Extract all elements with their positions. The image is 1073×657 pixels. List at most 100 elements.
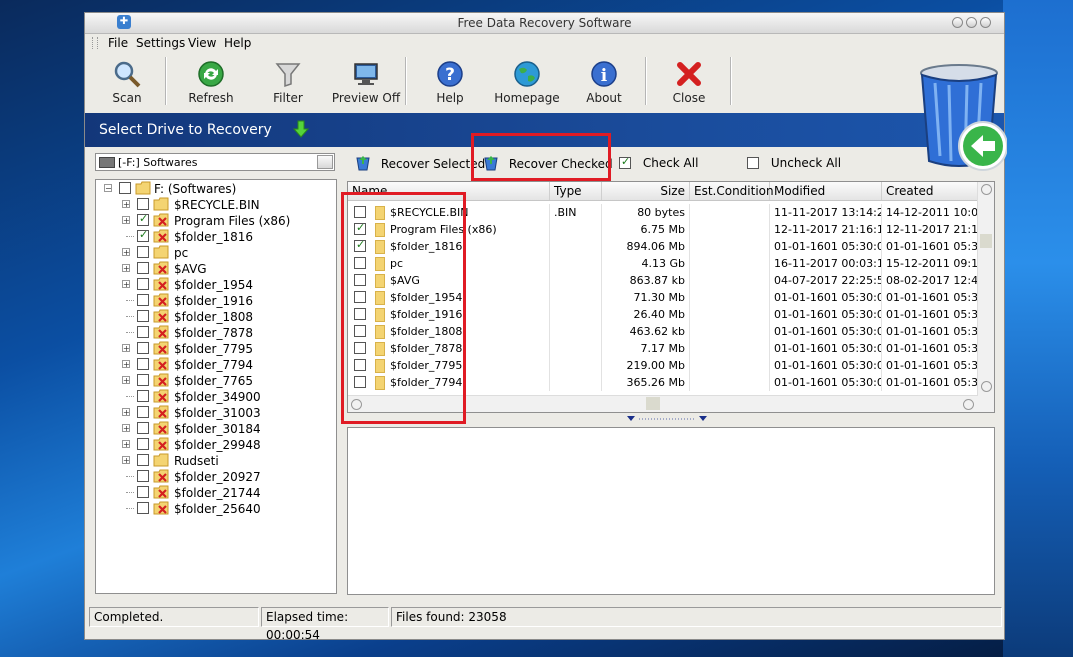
tree-item[interactable]: $folder_7878 [96, 325, 336, 341]
horizontal-scroll-thumb[interactable] [646, 397, 660, 410]
tree-item[interactable]: $folder_20927 [96, 469, 336, 485]
uncheck-all-button[interactable]: Uncheck All [747, 155, 841, 173]
tree-checkbox[interactable] [137, 486, 149, 498]
column-size[interactable]: Size [602, 182, 690, 200]
vertical-scroll-thumb[interactable] [980, 234, 992, 248]
tree-checkbox[interactable] [137, 310, 149, 322]
close-window-button[interactable] [980, 17, 991, 28]
tree-checkbox[interactable] [137, 294, 149, 306]
tree-checkbox[interactable] [137, 278, 149, 290]
cell-created: 12-11-2017 21:16: [882, 221, 978, 238]
maximize-button[interactable] [966, 17, 977, 28]
check-all-button[interactable]: Check All [619, 155, 698, 173]
scroll-right-icon[interactable] [963, 399, 974, 410]
tree-checkbox[interactable] [119, 182, 131, 194]
tree-item[interactable]: + $AVG [96, 261, 336, 277]
tree-checkbox[interactable] [137, 212, 149, 226]
folder-tree[interactable]: − F: (Softwares) + $RECYCLE.BIN + Program F… [95, 179, 337, 594]
close-button[interactable]: Close [654, 55, 724, 111]
tree-item[interactable]: + $RECYCLE.BIN [96, 197, 336, 213]
expand-icon[interactable]: + [122, 264, 130, 273]
tree-item[interactable]: $folder_1916 [96, 293, 336, 309]
column-modified[interactable]: Modified [770, 182, 882, 200]
expand-icon[interactable]: + [122, 216, 130, 225]
tree-item[interactable]: + $folder_7765 [96, 373, 336, 389]
svg-text:i: i [601, 66, 608, 86]
expand-icon[interactable]: + [122, 456, 130, 465]
expand-icon[interactable]: + [122, 376, 130, 385]
action-bar: Recover Selected Recover Checked Check A… [347, 151, 995, 177]
collapse-icon[interactable]: − [104, 184, 112, 193]
tree-item[interactable]: $folder_1808 [96, 309, 336, 325]
tree-item[interactable]: + Rudseti [96, 453, 336, 469]
menu-help[interactable]: Help [224, 36, 251, 50]
tree-checkbox[interactable] [137, 406, 149, 418]
tree-checkbox[interactable] [137, 374, 149, 386]
tree-checkbox[interactable] [137, 470, 149, 482]
about-button[interactable]: i About [569, 55, 639, 111]
tree-item[interactable]: + $folder_7794 [96, 357, 336, 373]
expand-icon[interactable]: + [122, 424, 130, 433]
tree-item[interactable]: + $folder_29948 [96, 437, 336, 453]
expand-icon[interactable]: + [122, 200, 130, 209]
tree-checkbox[interactable] [137, 454, 149, 466]
tree-root[interactable]: − F: (Softwares) [96, 181, 336, 197]
homepage-button[interactable]: Homepage [491, 55, 563, 111]
recover-selected-button[interactable]: Recover Selected [355, 155, 485, 173]
vertical-scrollbar[interactable] [977, 182, 994, 412]
drive-select[interactable]: [-F:] Softwares [95, 153, 335, 171]
uncheck-all-checkbox[interactable] [747, 157, 759, 169]
menu-file[interactable]: File [108, 36, 128, 50]
help-button[interactable]: ? Help [415, 55, 485, 111]
tree-item[interactable]: $folder_1816 [96, 228, 336, 245]
tree-checkbox[interactable] [137, 198, 149, 210]
column-created[interactable]: Created [882, 182, 978, 200]
preview-off-button[interactable]: Preview Off [328, 55, 404, 111]
tree-item[interactable]: $folder_21744 [96, 485, 336, 501]
tree-connector [126, 508, 134, 509]
title-bar[interactable]: ✚ Free Data Recovery Software [85, 13, 1004, 34]
minimize-button[interactable] [952, 17, 963, 28]
expand-icon[interactable]: + [122, 280, 130, 289]
toolbar-separator [645, 57, 647, 105]
menu-view[interactable]: View [188, 36, 216, 50]
check-all-checkbox[interactable] [619, 155, 631, 169]
tree-item[interactable]: $folder_34900 [96, 389, 336, 405]
scan-button[interactable]: Scan [92, 55, 162, 111]
tree-checkbox[interactable] [137, 390, 149, 402]
refresh-button[interactable]: Refresh [176, 55, 246, 111]
expand-icon[interactable]: + [122, 248, 130, 257]
tree-item[interactable]: + Program Files (x86) [96, 212, 336, 229]
scroll-down-icon[interactable] [981, 381, 992, 392]
scroll-up-icon[interactable] [981, 184, 992, 195]
deleted-folder-icon [153, 485, 169, 499]
tree-checkbox[interactable] [137, 422, 149, 434]
drive-refresh-icon[interactable] [317, 155, 333, 169]
tree-item[interactable]: + $folder_1954 [96, 277, 336, 293]
pane-splitter[interactable] [617, 414, 717, 424]
expand-icon[interactable]: + [122, 360, 130, 369]
tree-item[interactable]: + pc [96, 245, 336, 261]
tree-item[interactable]: + $folder_30184 [96, 421, 336, 437]
tree-item[interactable]: $folder_25640 [96, 501, 336, 517]
status-files-found: Files found: 23058 [391, 607, 1002, 627]
tree-item[interactable]: + $folder_7795 [96, 341, 336, 357]
tree-checkbox[interactable] [137, 358, 149, 370]
expand-icon[interactable]: + [122, 440, 130, 449]
menu-settings[interactable]: Settings [136, 36, 185, 50]
tree-checkbox[interactable] [137, 228, 149, 242]
tree-checkbox[interactable] [137, 262, 149, 274]
tree-checkbox[interactable] [137, 326, 149, 338]
tree-checkbox[interactable] [137, 246, 149, 258]
tree-checkbox[interactable] [137, 342, 149, 354]
filter-button[interactable]: Filter [253, 55, 323, 111]
cell-modified: 01-01-1601 05:30:00 [770, 238, 882, 255]
expand-icon[interactable]: + [122, 408, 130, 417]
column-type[interactable]: Type [550, 182, 602, 200]
expand-icon[interactable]: + [122, 344, 130, 353]
tree-checkbox[interactable] [137, 502, 149, 514]
toolbar: Scan Refresh Filter Preview Off ? Help H… [85, 53, 1004, 113]
tree-item[interactable]: + $folder_31003 [96, 405, 336, 421]
column-condition[interactable]: Est.Condition [690, 182, 774, 200]
tree-checkbox[interactable] [137, 438, 149, 450]
